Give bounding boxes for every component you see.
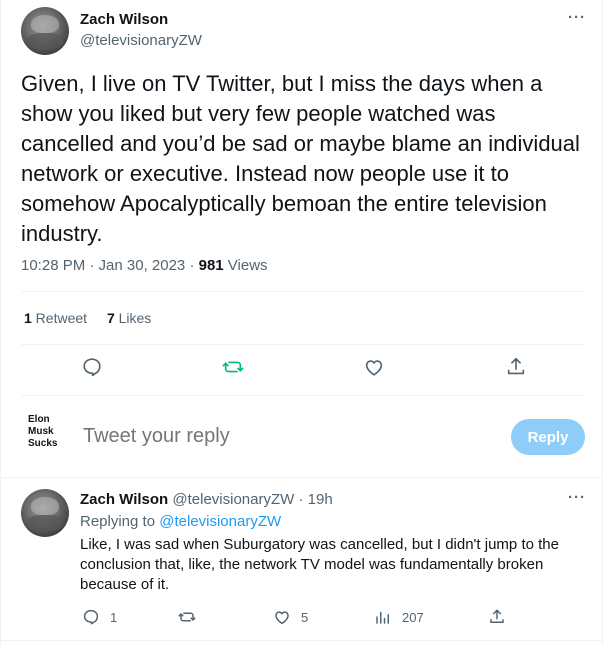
author-name[interactable]: Zach Wilson <box>80 11 168 28</box>
comment-button[interactable] <box>81 356 105 380</box>
retweets-label: Retweet <box>31 310 88 326</box>
timestamp[interactable]: 10:28 PM · Jan 30, 2023 · <box>21 257 199 274</box>
retweet-icon <box>178 612 196 622</box>
retweet-icon <box>222 361 244 373</box>
share-icon <box>507 357 525 375</box>
tweet-meta: 10:28 PM · Jan 30, 2023 · 981 Views <box>21 257 268 274</box>
reply-more-icon[interactable]: ··· <box>568 489 586 506</box>
reply-share-button[interactable] <box>488 607 516 627</box>
author-handle[interactable]: @televisionaryZW <box>80 32 202 49</box>
reply-header: Zach Wilson @televisionaryZW · 19h <box>80 491 333 508</box>
reply-author-avatar[interactable] <box>21 489 69 537</box>
logo-line: Elon <box>28 414 50 425</box>
reply-views-button[interactable]: 207 <box>374 607 424 627</box>
reply-views-count: 207 <box>402 609 424 625</box>
likes-stat[interactable]: 7 Likes <box>107 310 151 326</box>
retweet-button[interactable] <box>222 356 246 380</box>
views-count: 981 <box>198 257 224 274</box>
reply-button[interactable]: Reply <box>511 419 585 455</box>
like-icon <box>275 611 289 625</box>
reply-comment-count: 1 <box>110 609 118 625</box>
share-icon <box>490 609 504 623</box>
more-icon[interactable]: ··· <box>568 9 586 26</box>
share-button[interactable] <box>505 356 529 380</box>
reply-comment-button[interactable]: 1 <box>82 607 117 627</box>
likes-label: Likes <box>114 310 152 326</box>
like-button[interactable] <box>363 356 387 380</box>
retweets-count: 1 <box>24 310 32 326</box>
replying-to-link[interactable]: @televisionaryZW <box>159 513 281 530</box>
divider <box>1 640 602 641</box>
views-icon <box>376 611 389 624</box>
likes-count: 7 <box>106 310 115 326</box>
tweet-stats: 1 Retweet 7 Likes <box>24 310 167 326</box>
logo-line: Sucks <box>28 438 58 449</box>
user-avatar-logo[interactable]: Elon Musk Sucks <box>28 414 57 450</box>
reply-like-count: 5 <box>301 609 309 625</box>
author-avatar[interactable] <box>21 7 69 55</box>
reply-author-handle[interactable]: @televisionaryZW · 19h <box>168 491 332 508</box>
tweet-thread: Zach Wilson @televisionaryZW ··· Given, … <box>0 0 603 647</box>
reply-like-button[interactable]: 5 <box>273 607 308 627</box>
like-icon <box>365 360 383 376</box>
divider <box>21 291 584 292</box>
tweet-text: Given, I live on TV Twitter, but I miss … <box>21 71 580 246</box>
divider <box>1 477 602 478</box>
reply-text: Like, I was sad when Suburgatory was can… <box>80 536 559 593</box>
views-label: Views <box>223 257 268 274</box>
reply-retweet-button[interactable] <box>178 607 206 627</box>
logo-line: Musk <box>28 426 54 437</box>
reply-input[interactable] <box>83 425 473 448</box>
comment-icon <box>83 609 99 625</box>
replying-prefix: Replying to <box>80 513 160 530</box>
reply-author-name[interactable]: Zach Wilson <box>80 491 168 508</box>
retweets-stat[interactable]: 1 Retweet <box>24 310 87 326</box>
replying-to: Replying to @televisionaryZW <box>80 513 281 530</box>
divider <box>21 395 584 396</box>
divider <box>21 344 584 345</box>
comment-icon <box>83 358 101 377</box>
